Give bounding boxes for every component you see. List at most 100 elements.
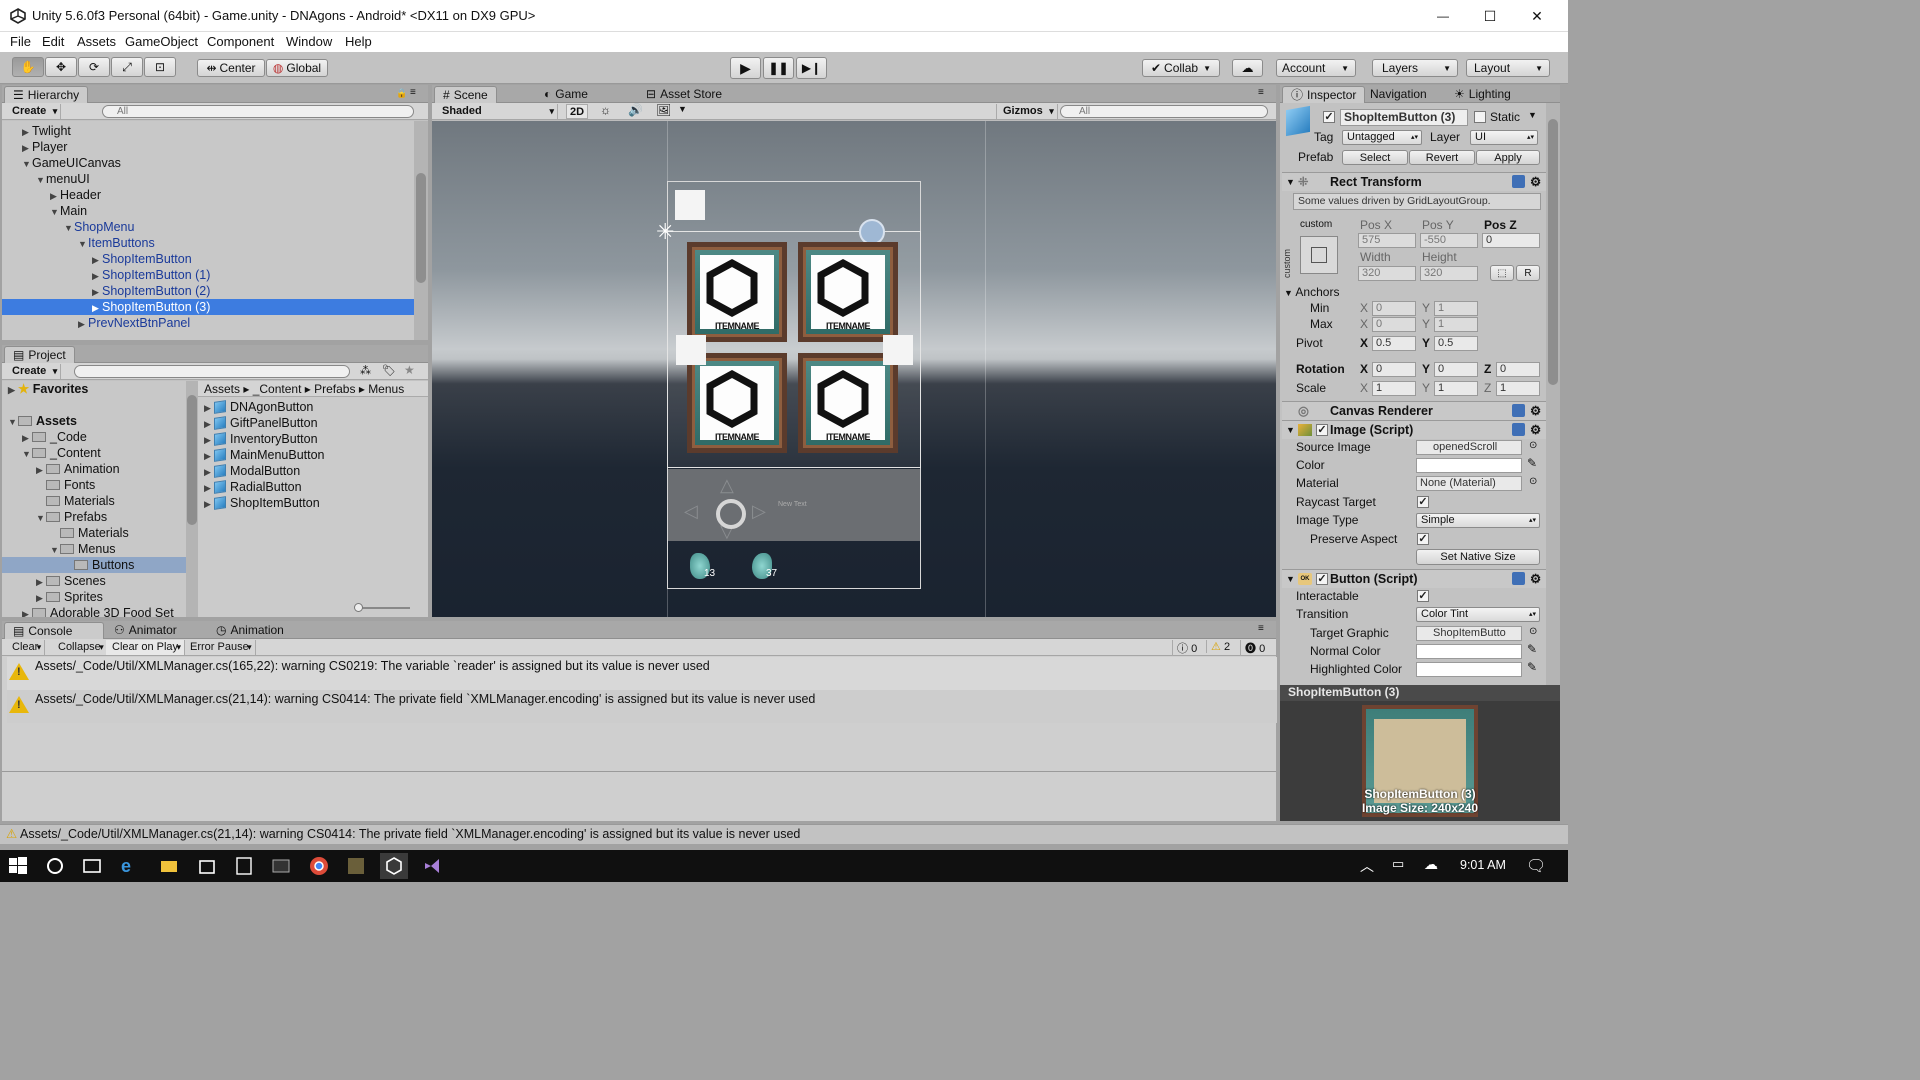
object-name-input[interactable]: ShopItemButton (3) [1340,109,1468,126]
arrow-left-icon[interactable]: ◁ [684,501,698,522]
file-item[interactable]: ▶ ShopItemButton [198,495,428,511]
tab-inspector[interactable]: ⓘ Inspector [1282,86,1366,103]
eyedropper-icon[interactable]: ✎ [1527,642,1537,656]
button-component-header[interactable]: ▼ OK ✓ Button (Script) ⚙ [1282,569,1546,588]
tree-item-prefabs[interactable]: ▼ Prefabs [2,509,186,525]
effects-toggle-icon[interactable]: 🖼 [656,103,671,117]
tab-game[interactable]: ◐ Game [536,86,596,103]
set-native-size-button[interactable]: Set Native Size [1416,549,1540,565]
shop-item-card[interactable]: ITEMNAME [687,242,787,342]
collapse-arrow-icon[interactable]: ▼ [1286,570,1295,588]
interactable-checkbox[interactable]: ✓ [1417,590,1429,602]
expand-arrow-icon[interactable]: ▶ [92,300,102,316]
normal-color-field[interactable] [1416,644,1522,659]
expand-arrow-icon[interactable]: ▶ [92,284,102,300]
inspector-scrollbar[interactable] [1546,103,1560,685]
next-button[interactable] [883,335,913,365]
rotate-tool-button[interactable]: ⟳ [78,57,110,77]
tab-navigation[interactable]: Navigation [1362,86,1435,103]
tree-item-content[interactable]: ▼ _Content [2,445,186,461]
gear-icon[interactable]: ⚙ [1530,173,1541,191]
image-enabled-checkbox[interactable]: ✓ [1316,424,1328,436]
cloud-button[interactable]: ☁ [1232,59,1263,77]
collapse-arrow-icon[interactable]: ▼ [22,156,32,172]
expand-arrow-icon[interactable]: ▶ [36,462,46,478]
image-component-header[interactable]: ▼ ✓ Image (Script) ⚙ [1282,420,1546,439]
expand-arrow-icon[interactable]: ▶ [36,590,46,606]
expand-arrow-icon[interactable]: ▶ [8,382,18,398]
menu-help[interactable]: Help [345,34,372,49]
menu-assets[interactable]: Assets [77,34,116,49]
collapse-arrow-icon[interactable]: ▼ [64,220,74,236]
hierarchy-item-shopmenu[interactable]: ▼ShopMenu [2,219,414,235]
canvas-renderer-header[interactable]: ◎ Canvas Renderer ⚙ [1282,401,1546,420]
shop-item-card[interactable]: ITEMNAME [798,353,898,453]
anchor-min-x-field[interactable]: 0 [1372,301,1416,316]
console-message[interactable]: Assets/_Code/Util/XMLManager.cs(21,14): … [7,690,1277,723]
tab-asset-store[interactable]: ⊟ Asset Store [638,86,730,103]
move-tool-button[interactable]: ✥ [45,57,77,77]
hierarchy-item-main[interactable]: ▼Main [2,203,414,219]
tree-item-fonts[interactable]: Fonts [2,477,186,493]
sourcetree-icon[interactable] [346,856,366,876]
step-button[interactable]: ▶❙ [796,57,827,79]
scale-tool-button[interactable]: ⤢ [111,57,143,77]
store-icon[interactable] [197,856,217,876]
tab-animation[interactable]: ◷ Animation [208,622,292,639]
raw-edit-button[interactable]: R [1516,265,1540,281]
file-item[interactable]: ▶ RadialButton [198,479,428,495]
gear-icon[interactable]: ⚙ [1530,570,1541,588]
rect-tool-button[interactable]: ⊡ [144,57,176,77]
anchors-label[interactable]: ▼ Anchors [1284,284,1339,301]
preview-header[interactable]: ShopItemButton (3) [1280,685,1560,701]
anchor-max-x-field[interactable]: 0 [1372,317,1416,332]
anchor-min-y-field[interactable]: 1 [1434,301,1478,316]
anchor-preset-button[interactable] [1300,236,1338,274]
menu-edit[interactable]: Edit [42,34,64,49]
task-view-icon[interactable] [82,856,102,876]
active-checkbox[interactable]: ✓ [1323,111,1335,123]
help-book-icon[interactable] [1512,175,1525,188]
hand-tool-button[interactable]: ✋ [12,57,44,77]
help-book-icon[interactable] [1512,404,1525,417]
expand-arrow-icon[interactable]: ▶ [36,574,46,590]
tree-item-assets[interactable]: ▼ Assets [2,413,186,429]
collab-dropdown[interactable]: ✔ Collab ▼ [1142,59,1220,77]
layer-dropdown[interactable]: UI [1470,130,1538,145]
clock[interactable]: 9:01 AM [1460,858,1506,872]
image-type-dropdown[interactable]: Simple [1416,513,1540,528]
calculator-icon[interactable] [234,856,254,876]
expand-arrow-icon[interactable]: ▶ [22,140,32,156]
rotation-y-field[interactable]: 0 [1434,362,1478,377]
arrow-up-icon[interactable]: △ [720,475,734,496]
error-filter-toggle[interactable]: ⓿ 0 [1240,640,1265,656]
transition-dropdown[interactable]: Color Tint [1416,607,1540,622]
breadcrumb-content[interactable]: _Content [253,382,302,396]
hierarchy-item-prevnextbtnpanel[interactable]: ▶ PrevNextBtnPanel [2,315,414,331]
pivot-x-field[interactable]: 0.5 [1372,336,1416,351]
help-book-icon[interactable] [1512,423,1525,436]
visual-studio-icon[interactable] [422,856,442,876]
tree-item-prefab-materials[interactable]: Materials [2,525,186,541]
project-tree-scroll-thumb[interactable] [187,395,197,525]
tree-item-scenes[interactable]: ▶ Scenes [2,573,186,589]
collapse-arrow-icon[interactable]: ▼ [36,510,46,526]
pause-button[interactable]: ❚❚ [763,57,794,79]
gear-icon[interactable]: ⚙ [1530,421,1541,439]
expand-arrow-icon[interactable]: ▶ [204,416,214,432]
gear-icon[interactable]: ⚙ [1530,402,1541,420]
filter-type-icon[interactable]: ⁂ [360,364,371,377]
layers-dropdown[interactable]: Layers ▼ [1372,59,1458,77]
icon-size-slider[interactable] [354,603,410,612]
tag-icon[interactable]: 🏷 [382,364,396,377]
audio-toggle-icon[interactable]: 🔊 [628,103,643,117]
play-button[interactable]: ▶ [730,57,761,79]
hierarchy-item-menuui[interactable]: ▼menuUI [2,171,414,187]
expand-arrow-icon[interactable]: ▶ [204,448,214,464]
prev-button[interactable] [676,335,706,365]
chevron-up-icon[interactable]: ︿ [1360,856,1380,876]
info-filter-toggle[interactable]: ⓘ 0 [1172,640,1197,656]
eyedropper-icon[interactable]: ✎ [1527,660,1537,674]
target-graphic-field[interactable]: ShopItemButto [1416,626,1522,641]
tab-console[interactable]: ▤ Console [4,622,104,639]
